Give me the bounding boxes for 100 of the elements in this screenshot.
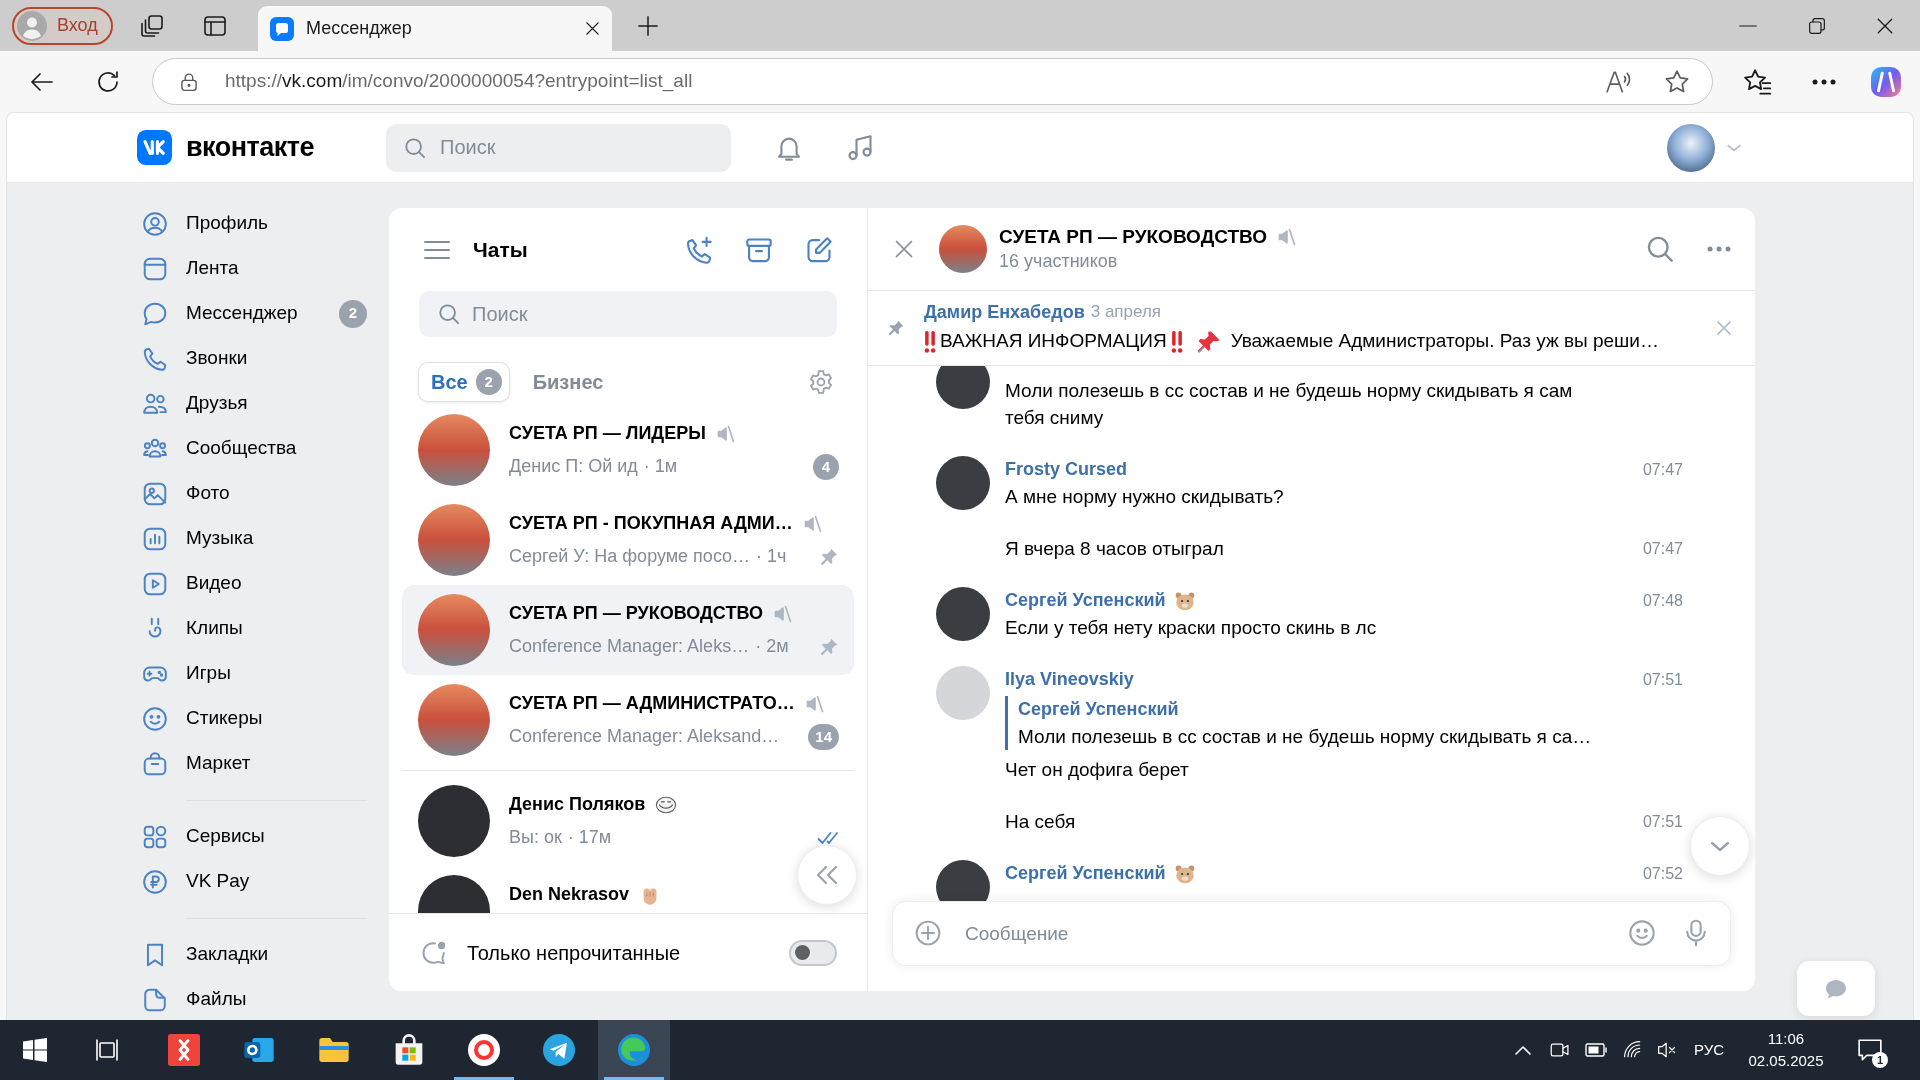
message-text: Если у тебя нету краски просто скинь в лс: [1005, 616, 1378, 640]
music-note-icon[interactable]: [846, 133, 874, 162]
notification-icon[interactable]: [1857, 1037, 1883, 1063]
message-time: 07:51: [1642, 812, 1683, 832]
message-time: · 1ч: [756, 545, 787, 568]
shopping-bag-icon: [142, 750, 168, 777]
reply-quote[interactable]: Сергей Успенский Моли полезешь в сс состав и не будешь норму скидывать я са…: [1005, 696, 1628, 750]
user-silhouette-icon: [17, 10, 47, 41]
feed-icon: [142, 255, 168, 282]
tab-panel-icon[interactable]: [203, 13, 227, 38]
search-field[interactable]: Поиск: [386, 123, 731, 172]
circle-logo-icon: [468, 1034, 500, 1066]
nav-item[interactable]: Маркет: [137, 741, 370, 786]
smiley-icon[interactable]: [1628, 919, 1656, 947]
message-text: А мне норму нужно скидывать?: [1005, 485, 1285, 509]
nav-item[interactable]: Закладки: [137, 932, 370, 977]
user-avatar[interactable]: [1667, 123, 1715, 172]
gradient-logo-icon[interactable]: [1871, 66, 1901, 97]
nav-item[interactable]: Файлы: [137, 977, 370, 1020]
chat-name: СУЕТА РП — АДМИНИСТРАТО…: [509, 692, 795, 715]
pushpin-icon: [1196, 329, 1221, 354]
unread-toggle[interactable]: [789, 939, 837, 966]
new-tab-icon[interactable]: [637, 14, 659, 37]
message-time: 07:47: [1642, 460, 1683, 480]
chat-title[interactable]: СУЕТА РП — РУКОВОДСТВО: [999, 225, 1268, 249]
logo-text[interactable]: вконтакте: [186, 127, 315, 168]
message-time: · 17м: [567, 826, 612, 849]
author-name[interactable]: Сергей Успенский: [1005, 587, 1166, 614]
nav-item[interactable]: Профиль: [137, 201, 370, 246]
message-date: 3 апреля: [1090, 300, 1162, 323]
chat-list-title: Чаты: [473, 236, 528, 263]
nav-item[interactable]: Клипы: [137, 606, 370, 651]
search-icon[interactable]: [1646, 235, 1674, 263]
nav-item[interactable]: Сообщества: [137, 426, 370, 471]
star-list-icon[interactable]: [1744, 67, 1772, 96]
vk-logo-icon[interactable]: [137, 130, 172, 165]
star-icon[interactable]: [1664, 68, 1690, 95]
message-field[interactable]: Сообщение: [892, 901, 1731, 966]
read-aloud-icon[interactable]: [1605, 68, 1631, 95]
nav-item[interactable]: Стикеры: [137, 696, 370, 741]
sender-avatar[interactable]: [936, 860, 990, 901]
lock-icon: [179, 71, 199, 92]
unread-chat-icon: [421, 939, 447, 966]
nav-item[interactable]: Сервисы: [137, 814, 370, 859]
browser-tab[interactable]: Мессенджер: [258, 6, 612, 51]
nav-item[interactable]: VK Pay: [137, 859, 370, 904]
filter-tab[interactable]: Все 2: [418, 362, 510, 402]
phone-plus-icon[interactable]: [685, 235, 713, 264]
compose-icon[interactable]: [805, 235, 833, 264]
notification-count: 1: [1872, 1052, 1888, 1068]
add-circle-icon[interactable]: [915, 920, 941, 946]
nav-item[interactable]: Друзья: [137, 381, 370, 426]
sender-avatar[interactable]: [936, 456, 990, 510]
close-icon[interactable]: [1876, 16, 1894, 35]
double-chevron-left-icon: [816, 865, 838, 885]
search-icon: [404, 136, 426, 159]
message-time: 07:47: [1642, 539, 1683, 559]
muted-speaker-icon[interactable]: [1656, 1040, 1677, 1060]
close-icon[interactable]: [585, 21, 600, 36]
nav-item[interactable]: Музыка: [137, 516, 370, 561]
nav-item[interactable]: Звонки: [137, 336, 370, 381]
start-icon[interactable]: [23, 1038, 47, 1062]
stacked-pages-icon[interactable]: [140, 13, 164, 38]
nav-item[interactable]: Мессенджер 2: [137, 291, 370, 336]
archive-box-icon[interactable]: [745, 235, 773, 264]
author-name[interactable]: Дамир Енхабедов: [924, 299, 1085, 324]
services-grid-icon: [142, 823, 168, 850]
author-name[interactable]: Ilya Vineovskiy: [1005, 666, 1134, 693]
author-name[interactable]: Сергей Успенский: [1005, 860, 1166, 887]
message-time: 07:48: [1642, 591, 1683, 611]
nav-item[interactable]: Игры: [137, 651, 370, 696]
reload-icon[interactable]: [96, 69, 120, 94]
search-field[interactable]: Поиск: [419, 291, 837, 337]
address-bar[interactable]: https://vk.com/im/convo/2000000054?entrypoint=list_all: [152, 58, 1713, 105]
settings-icon[interactable]: [808, 369, 834, 395]
chat-item[interactable]: СУЕТА РП — РУКОВОДСТВО Conference Manager: Aleks… · 2м: [402, 585, 854, 675]
task-view-icon[interactable]: [95, 1038, 119, 1062]
sender-avatar[interactable]: [936, 366, 990, 409]
pinned-message-bar[interactable]: Дамир Енхабедов 3 апреля ВАЖНАЯ ИНФОРМАЦИЯ Уважаемые Администраторы. Раз уж вы реши…: [868, 291, 1755, 366]
diamond-app-icon: [168, 1034, 200, 1066]
input-language[interactable]: РУС: [1693, 1038, 1724, 1062]
message-preview: Conference Manager: Aleksand…: [509, 725, 780, 748]
clock-date[interactable]: 02.05.2025: [1748, 1050, 1824, 1072]
menu-icon[interactable]: [424, 239, 450, 260]
battery-icon[interactable]: [1584, 1043, 1607, 1057]
clock-time[interactable]: 11:06: [1767, 1028, 1805, 1050]
group-avatar[interactable]: [939, 225, 987, 273]
chevron-up-icon[interactable]: [1514, 1045, 1531, 1055]
profile-button[interactable]: Вход: [12, 6, 113, 45]
restore-icon[interactable]: [1809, 17, 1825, 34]
more-icon[interactable]: [1812, 78, 1836, 85]
chat-name: Денис Поляков: [509, 793, 646, 816]
nav-item[interactable]: Видео: [137, 561, 370, 606]
wifi-icon[interactable]: [1622, 1040, 1643, 1060]
nav-item[interactable]: Фото: [137, 471, 370, 516]
sender-avatar[interactable]: [936, 587, 990, 641]
ruble-coin-icon: [142, 868, 168, 895]
message-preview: Вы: ок: [509, 826, 562, 849]
nav-item[interactable]: Лента: [137, 246, 370, 291]
author-name[interactable]: Frosty Cursed: [1005, 456, 1128, 483]
